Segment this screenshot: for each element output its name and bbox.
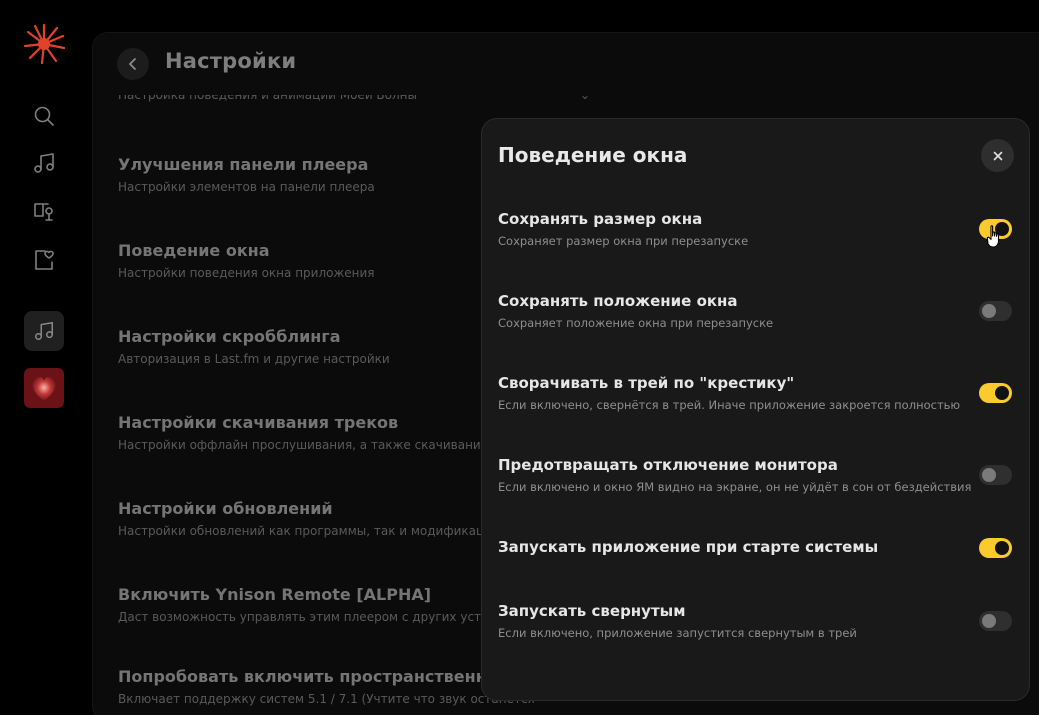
toggle-minimize-to-tray[interactable]: [979, 383, 1012, 403]
settings-item-title: Включить Ynison Remote [ALPHA]: [118, 585, 432, 604]
settings-item-desc: Настройки оффлайн прослушивания, а также…: [118, 438, 529, 452]
page-title: Настройки: [165, 49, 297, 73]
option-launch-minimized: Запускать свернутым Если включено, прило…: [498, 602, 1018, 640]
modal-title: Поведение окна: [498, 143, 688, 167]
settings-item-player-bar[interactable]: Улучшения панели плеера Настройки элемен…: [118, 155, 375, 194]
settings-item-ynison[interactable]: Включить Ynison Remote [ALPHA] Даст возм…: [118, 585, 524, 624]
settings-item-desc: Настройки поведения окна приложения: [118, 266, 375, 280]
back-button[interactable]: [117, 48, 149, 80]
settings-item-title: Поведение окна: [118, 241, 270, 260]
app-logo[interactable]: [22, 22, 66, 66]
settings-item-desc: Авторизация в Last.fm и другие настройки: [118, 352, 390, 366]
left-rail: [0, 0, 88, 715]
music-note-icon: [35, 322, 53, 340]
option-save-window-position: Сохранять положение окна Сохраняет полож…: [498, 292, 1018, 330]
sidebar-item-podcasts[interactable]: [22, 192, 66, 232]
settings-item-title: Настройки скачивания треков: [118, 413, 399, 432]
playlist-cover-image[interactable]: [24, 368, 64, 408]
sidebar-item-search[interactable]: [22, 96, 66, 136]
sidebar-item-music[interactable]: [22, 143, 66, 183]
option-desc: Сохраняет размер окна при перезапуске: [498, 234, 749, 248]
option-desc: Если включено, приложение запустится све…: [498, 626, 857, 640]
settings-item-downloads[interactable]: Настройки скачивания треков Настройки оф…: [118, 413, 528, 452]
toggle-save-window-position[interactable]: [979, 301, 1012, 321]
option-title: Запускать свернутым: [498, 602, 686, 620]
option-desc: Сохраняет положение окна при перезапуске: [498, 316, 774, 330]
option-launch-on-startup: Запускать приложение при старте системы: [498, 538, 1018, 556]
settings-item-scrobbling[interactable]: Настройки скробблинга Авторизация в Last…: [118, 327, 390, 366]
settings-item-title: Настройки скробблинга: [118, 327, 341, 346]
music-note-icon: [34, 153, 54, 173]
toggle-launch-on-startup[interactable]: [979, 538, 1012, 558]
option-title: Сохранять размер окна: [498, 210, 703, 228]
chevron-left-icon: [129, 58, 136, 70]
close-button[interactable]: [981, 139, 1014, 172]
option-title: Запускать приложение при старте системы: [498, 538, 879, 556]
settings-item-desc: Даст возможность управлять этим плеером …: [118, 610, 525, 624]
option-minimize-to-tray: Сворачивать в трей по "крестику" Если вк…: [498, 374, 1018, 412]
option-prevent-monitor-sleep: Предотвращать отключение монитора Если в…: [498, 456, 1018, 494]
favorites-icon: [35, 250, 54, 270]
sidebar-item-favorites[interactable]: [22, 240, 66, 280]
app-window: Настройки ⌄ Настройка поведения и анимац…: [0, 0, 1039, 715]
option-title: Предотвращать отключение монитора: [498, 456, 838, 474]
close-icon: [993, 151, 1002, 160]
sidebar-item-collection[interactable]: [24, 311, 64, 351]
settings-item-window-behavior[interactable]: Поведение окна Настройки поведения окна …: [118, 241, 375, 280]
option-title: Сохранять положение окна: [498, 292, 738, 310]
option-title: Сворачивать в трей по "крестику": [498, 374, 795, 392]
option-desc: Если включено, свернётся в трей. Иначе п…: [498, 398, 961, 412]
option-save-window-size: Сохранять размер окна Сохраняет размер о…: [498, 210, 1018, 248]
search-icon: [34, 106, 54, 126]
toggle-prevent-monitor-sleep[interactable]: [979, 465, 1012, 485]
settings-item-updates[interactable]: Настройки обновлений Настройки обновлени…: [118, 499, 500, 538]
settings-item-title: Улучшения панели плеера: [118, 155, 369, 174]
toggle-launch-minimized[interactable]: [979, 611, 1012, 631]
podcasts-icon: [34, 203, 53, 221]
settings-item-title: Настройки обновлений: [118, 499, 333, 518]
settings-item-desc: Настройки элементов на панели плеера: [118, 180, 375, 194]
settings-item-desc: Настройки обновлений как программы, так …: [118, 524, 500, 538]
window-behavior-modal: Поведение окна Сохранять размер окна Сох…: [481, 118, 1030, 701]
settings-header: Настройки: [93, 33, 1039, 95]
hand-cursor-icon: [986, 225, 1000, 248]
option-desc: Если включено и окно ЯМ видно на экране,…: [498, 480, 972, 494]
